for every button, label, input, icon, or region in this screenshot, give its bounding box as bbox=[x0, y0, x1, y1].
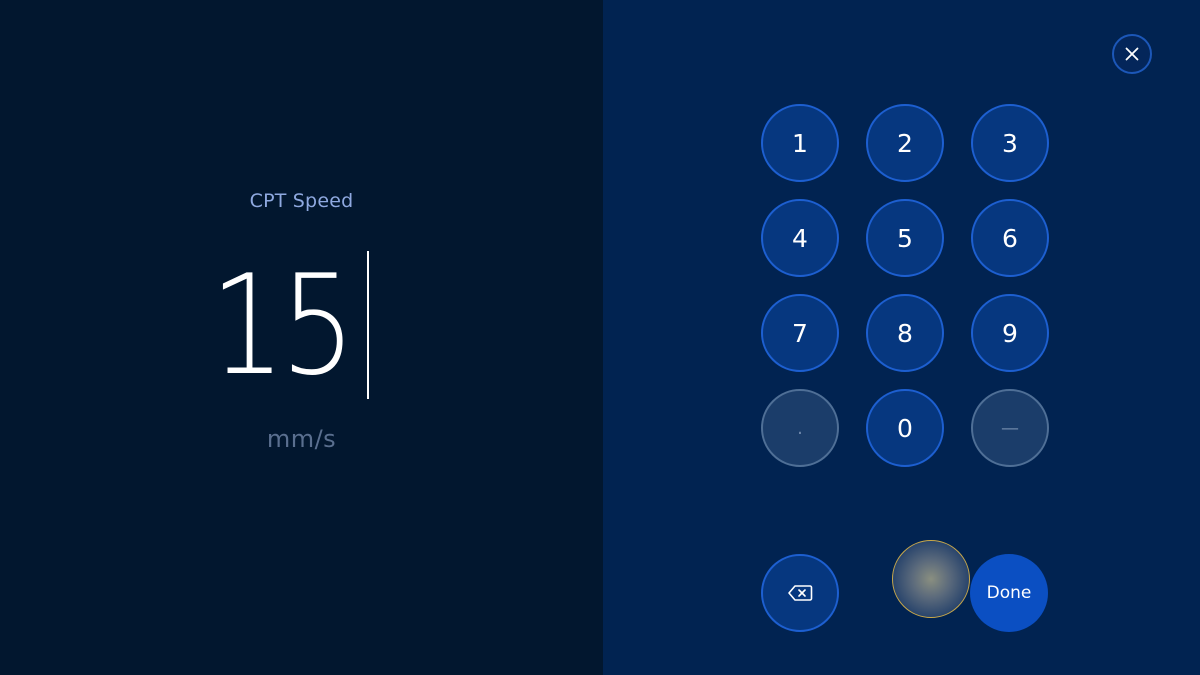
numeric-entry-screen: CPT Speed 15 mm/s 1 2 3 4 5 6 7 8 9 . 0 … bbox=[0, 0, 1200, 675]
value-display-panel: CPT Speed 15 mm/s bbox=[0, 0, 603, 675]
key-decimal[interactable]: . bbox=[761, 389, 839, 467]
close-icon bbox=[1125, 47, 1139, 61]
key-7[interactable]: 7 bbox=[761, 294, 839, 372]
touch-indicator bbox=[892, 540, 970, 618]
key-6[interactable]: 6 bbox=[971, 199, 1049, 277]
value-field[interactable]: 15 bbox=[0, 250, 603, 400]
text-caret bbox=[367, 251, 369, 399]
key-1[interactable]: 1 bbox=[761, 104, 839, 182]
backspace-button[interactable] bbox=[761, 554, 839, 632]
key-8[interactable]: 8 bbox=[866, 294, 944, 372]
field-label: CPT Speed bbox=[249, 190, 354, 212]
key-2[interactable]: 2 bbox=[866, 104, 944, 182]
done-button[interactable]: Done bbox=[970, 554, 1048, 632]
key-4[interactable]: 4 bbox=[761, 199, 839, 277]
unit-label: mm/s bbox=[266, 425, 337, 453]
value-text: 15 bbox=[210, 245, 356, 406]
backspace-icon bbox=[788, 585, 813, 601]
close-button[interactable] bbox=[1112, 34, 1152, 74]
key-9[interactable]: 9 bbox=[971, 294, 1049, 372]
key-5[interactable]: 5 bbox=[866, 199, 944, 277]
key-3[interactable]: 3 bbox=[971, 104, 1049, 182]
keypad-panel: 1 2 3 4 5 6 7 8 9 . 0 — Done bbox=[603, 0, 1200, 675]
key-0[interactable]: 0 bbox=[866, 389, 944, 467]
key-minus[interactable]: — bbox=[971, 389, 1049, 467]
